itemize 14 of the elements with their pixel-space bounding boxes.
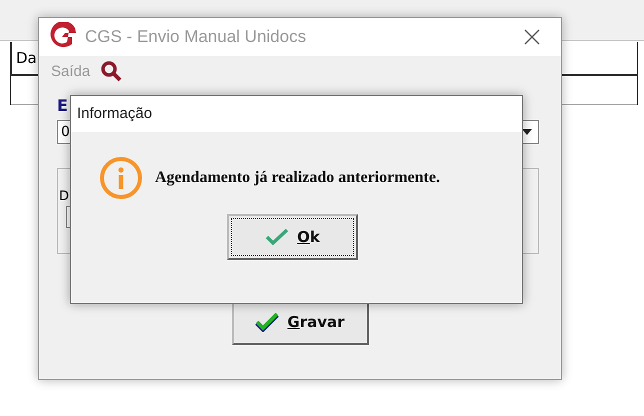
dropdown-arrow-icon: [522, 129, 532, 135]
ok-button[interactable]: Ok: [227, 214, 358, 260]
message-text: Agendamento já realizado anteriormente.: [155, 169, 440, 187]
dialog-title: Informação: [71, 96, 522, 132]
window-title: CGS - Envio Manual Unidocs: [85, 27, 308, 47]
info-icon: [99, 156, 143, 200]
check-icon: [265, 227, 290, 247]
check-icon: [255, 312, 280, 332]
search-icon[interactable]: [100, 60, 122, 82]
close-icon: [523, 28, 541, 46]
field-label: E: [57, 96, 68, 116]
column-header: Da: [11, 42, 37, 74]
dropdown-value: 0: [61, 124, 70, 140]
group-label: D: [59, 189, 70, 204]
